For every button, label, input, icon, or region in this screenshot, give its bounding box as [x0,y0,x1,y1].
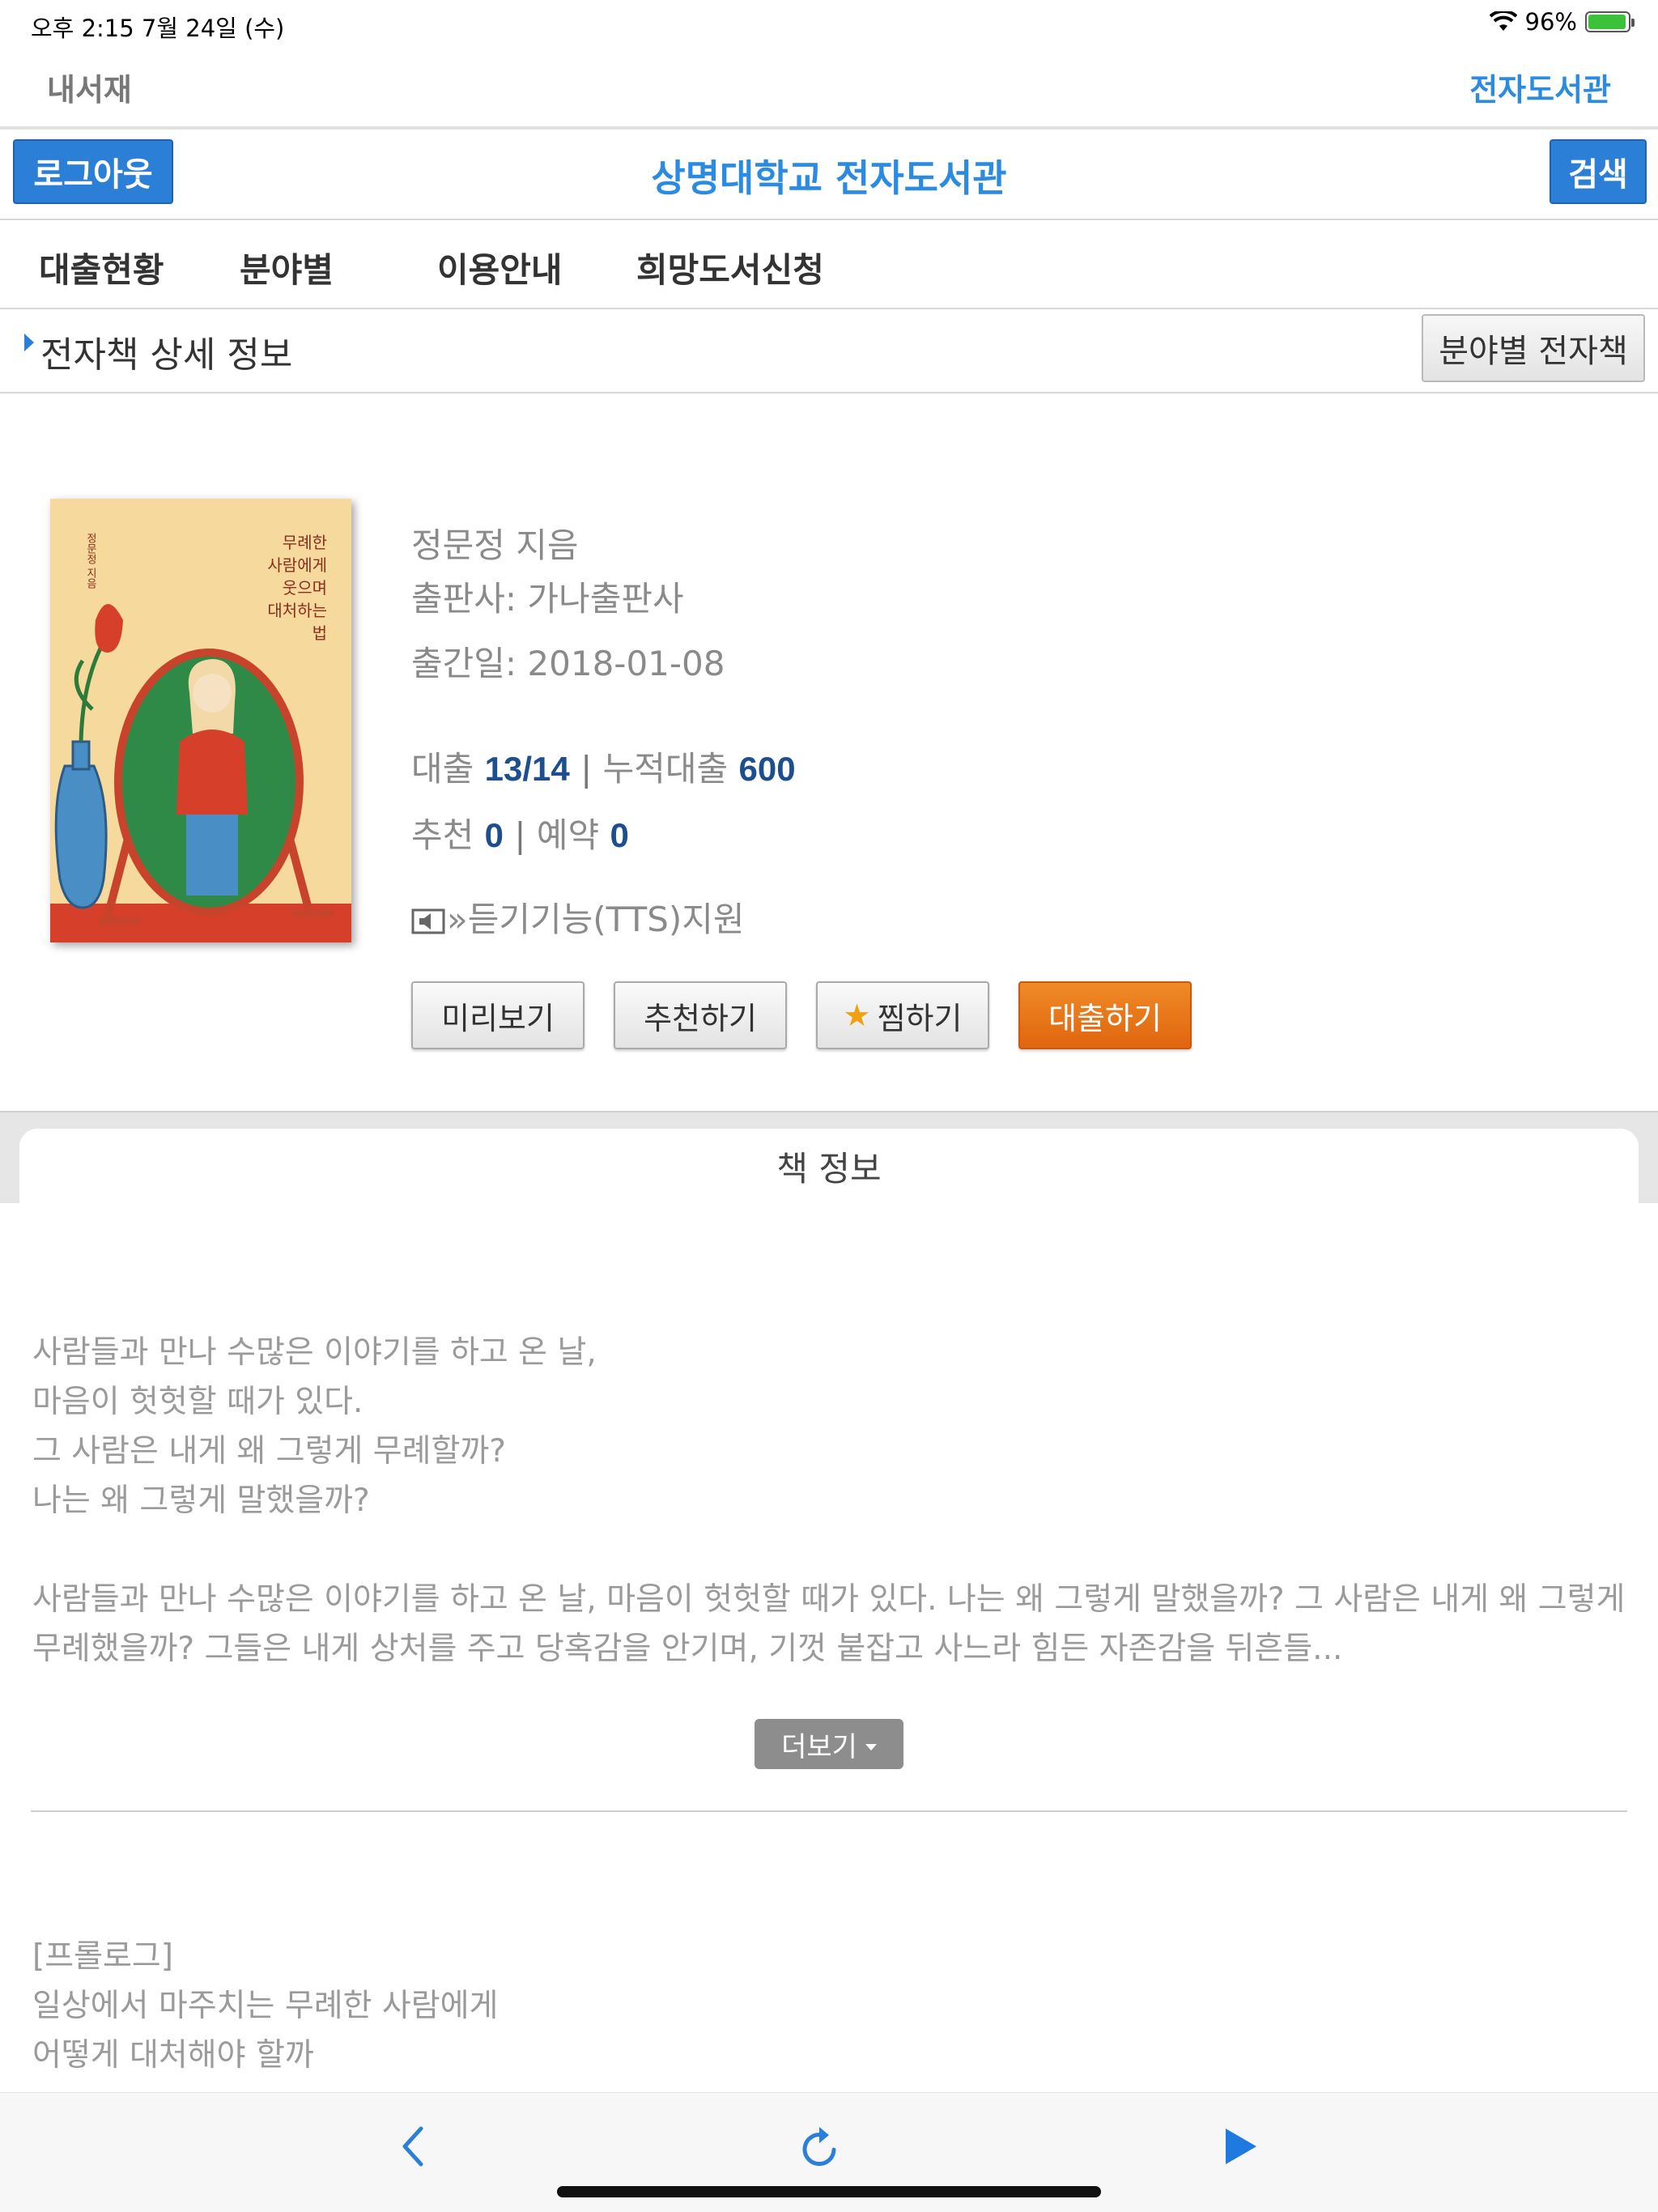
menu-item-category[interactable]: 분야별 [240,243,334,292]
description-spacer [32,1525,1635,1575]
battery-percent: 96% [1524,8,1577,36]
caret-down-icon [865,1744,877,1750]
tts-label: »듣기기능(TTS)지원 [447,900,745,939]
status-time: 오후 2:15 7월 24일 (수) [31,15,285,42]
recommend-count: 0 [484,816,504,854]
main-menu: 대출현황 분야별 이용안내 희망도서신청 [0,220,1658,309]
search-button[interactable]: 검색 [1550,139,1647,204]
cover-author: 정문정 지음 [84,533,96,589]
site-title[interactable]: 상명대학교 전자도서관 [0,149,1658,202]
cover-title: 무례한 사람에게 웃으며 대처하는 법 [238,531,327,644]
status-bar: 오후 2:15 7월 24일 (수) 96% [0,0,1658,45]
tab-title: 책 정보 [776,1149,882,1189]
recommend-button[interactable]: 추천하기 [614,981,787,1049]
cover-title-line: 웃으며 [282,578,327,598]
home-indicator [557,2186,1101,2197]
book-cover[interactable]: 정문정 지음 무례한 사람에게 웃으며 대처하는 법 [50,499,351,942]
loan-label: 대출 [411,749,474,789]
prologue: [프롤로그] 일상에서 마주치는 무례한 사람에게 어떻게 대처해야 할까 [32,1932,498,2080]
tab-book-info[interactable]: 책 정보 [19,1129,1639,1291]
menu-item-loan-status[interactable]: 대출현황 [39,243,164,292]
prologue-line: 어떻게 대처해야 할까 [32,2037,314,2074]
description-line: 사람들과 만나 수많은 이야기를 하고 온 날, [32,1334,597,1371]
top-navbar: 내서재 전자도서관 [0,45,1658,130]
cumulative-count: 600 [738,750,796,788]
menu-item-guide[interactable]: 이용안내 [437,243,563,292]
reserve-label: 예약 [536,815,600,855]
prologue-line: 일상에서 마주치는 무례한 사람에게 [32,1988,499,2024]
section-header: 전자책 상세 정보 분야별 전자책 [0,309,1658,393]
loan-stats: 대출 13/14 | 누적대출 600 [411,742,796,791]
book-pub-date: 출간일: 2018-01-08 [411,644,725,683]
description-line: 그 사람은 내게 왜 그렇게 무례할까? [32,1433,507,1470]
more-button[interactable]: 더보기 [755,1719,903,1769]
cover-title-line: 법 [312,623,327,643]
cumulative-label: 누적대출 [602,749,729,789]
play-forward-icon[interactable] [1216,2122,1265,2171]
menu-item-request[interactable]: 희망도서신청 [636,243,824,292]
preview-button[interactable]: 미리보기 [411,981,585,1049]
loan-count: 13/14 [484,750,570,788]
description-line: 나는 왜 그렇게 말했을까? [32,1482,370,1519]
triangle-bullet-icon [24,334,34,351]
separator: | [580,749,593,789]
battery-icon [1585,11,1635,32]
speaker-icon [411,908,445,934]
prologue-line: [프롤로그] [32,1938,173,1975]
category-ebook-button[interactable]: 분야별 전자책 [1422,314,1645,382]
wifi-icon [1489,11,1517,31]
book-publisher: 출판사: 가나출판사 [411,579,684,619]
reserve-count: 0 [610,816,629,854]
loan-button[interactable]: 대출하기 [1018,981,1192,1049]
tts-support: »듣기기능(TTS)지원 [411,892,745,942]
separator: | [514,815,526,855]
recommend-label: 추천 [411,815,474,855]
book-description: 사람들과 만나 수많은 이야기를 하고 온 날, 마음이 헛헛할 때가 있다. … [32,1328,1635,1674]
site-header: 로그아웃 상명대학교 전자도서관 검색 [0,130,1658,220]
ebook-library-link[interactable]: 전자도서관 [1469,65,1611,109]
more-label: 더보기 [781,1730,857,1763]
cover-title-line: 사람에게 [267,555,327,575]
recommend-stats: 추천 0 | 예약 0 [411,808,629,857]
my-library-link[interactable]: 내서재 [47,65,132,109]
wish-button[interactable]: ★ 찜하기 [816,981,989,1049]
wish-label: 찜하기 [877,1000,963,1036]
refresh-icon[interactable] [797,2122,845,2171]
cover-title-line: 대처하는 [267,601,327,620]
cover-title-line: 무례한 [282,533,327,552]
section-title: 전자책 상세 정보 [40,334,293,376]
description-summary-line: 무례했을까? 그들은 내게 상처를 주고 당혹감을 안기며, 기껏 붙잡고 사느… [32,1631,1343,1667]
divider [31,1810,1627,1812]
chevron-left-icon[interactable] [389,2122,437,2171]
description-line: 마음이 헛헛할 때가 있다. [32,1384,363,1420]
description-summary-line: 사람들과 만나 수많은 이야기를 하고 온 날, 마음이 헛헛할 때가 있다. … [32,1581,1626,1618]
book-author: 정문정 지음 [411,525,579,565]
status-right: 96% [1489,8,1635,36]
battery-fill [1588,15,1626,29]
star-icon: ★ [843,998,871,1033]
